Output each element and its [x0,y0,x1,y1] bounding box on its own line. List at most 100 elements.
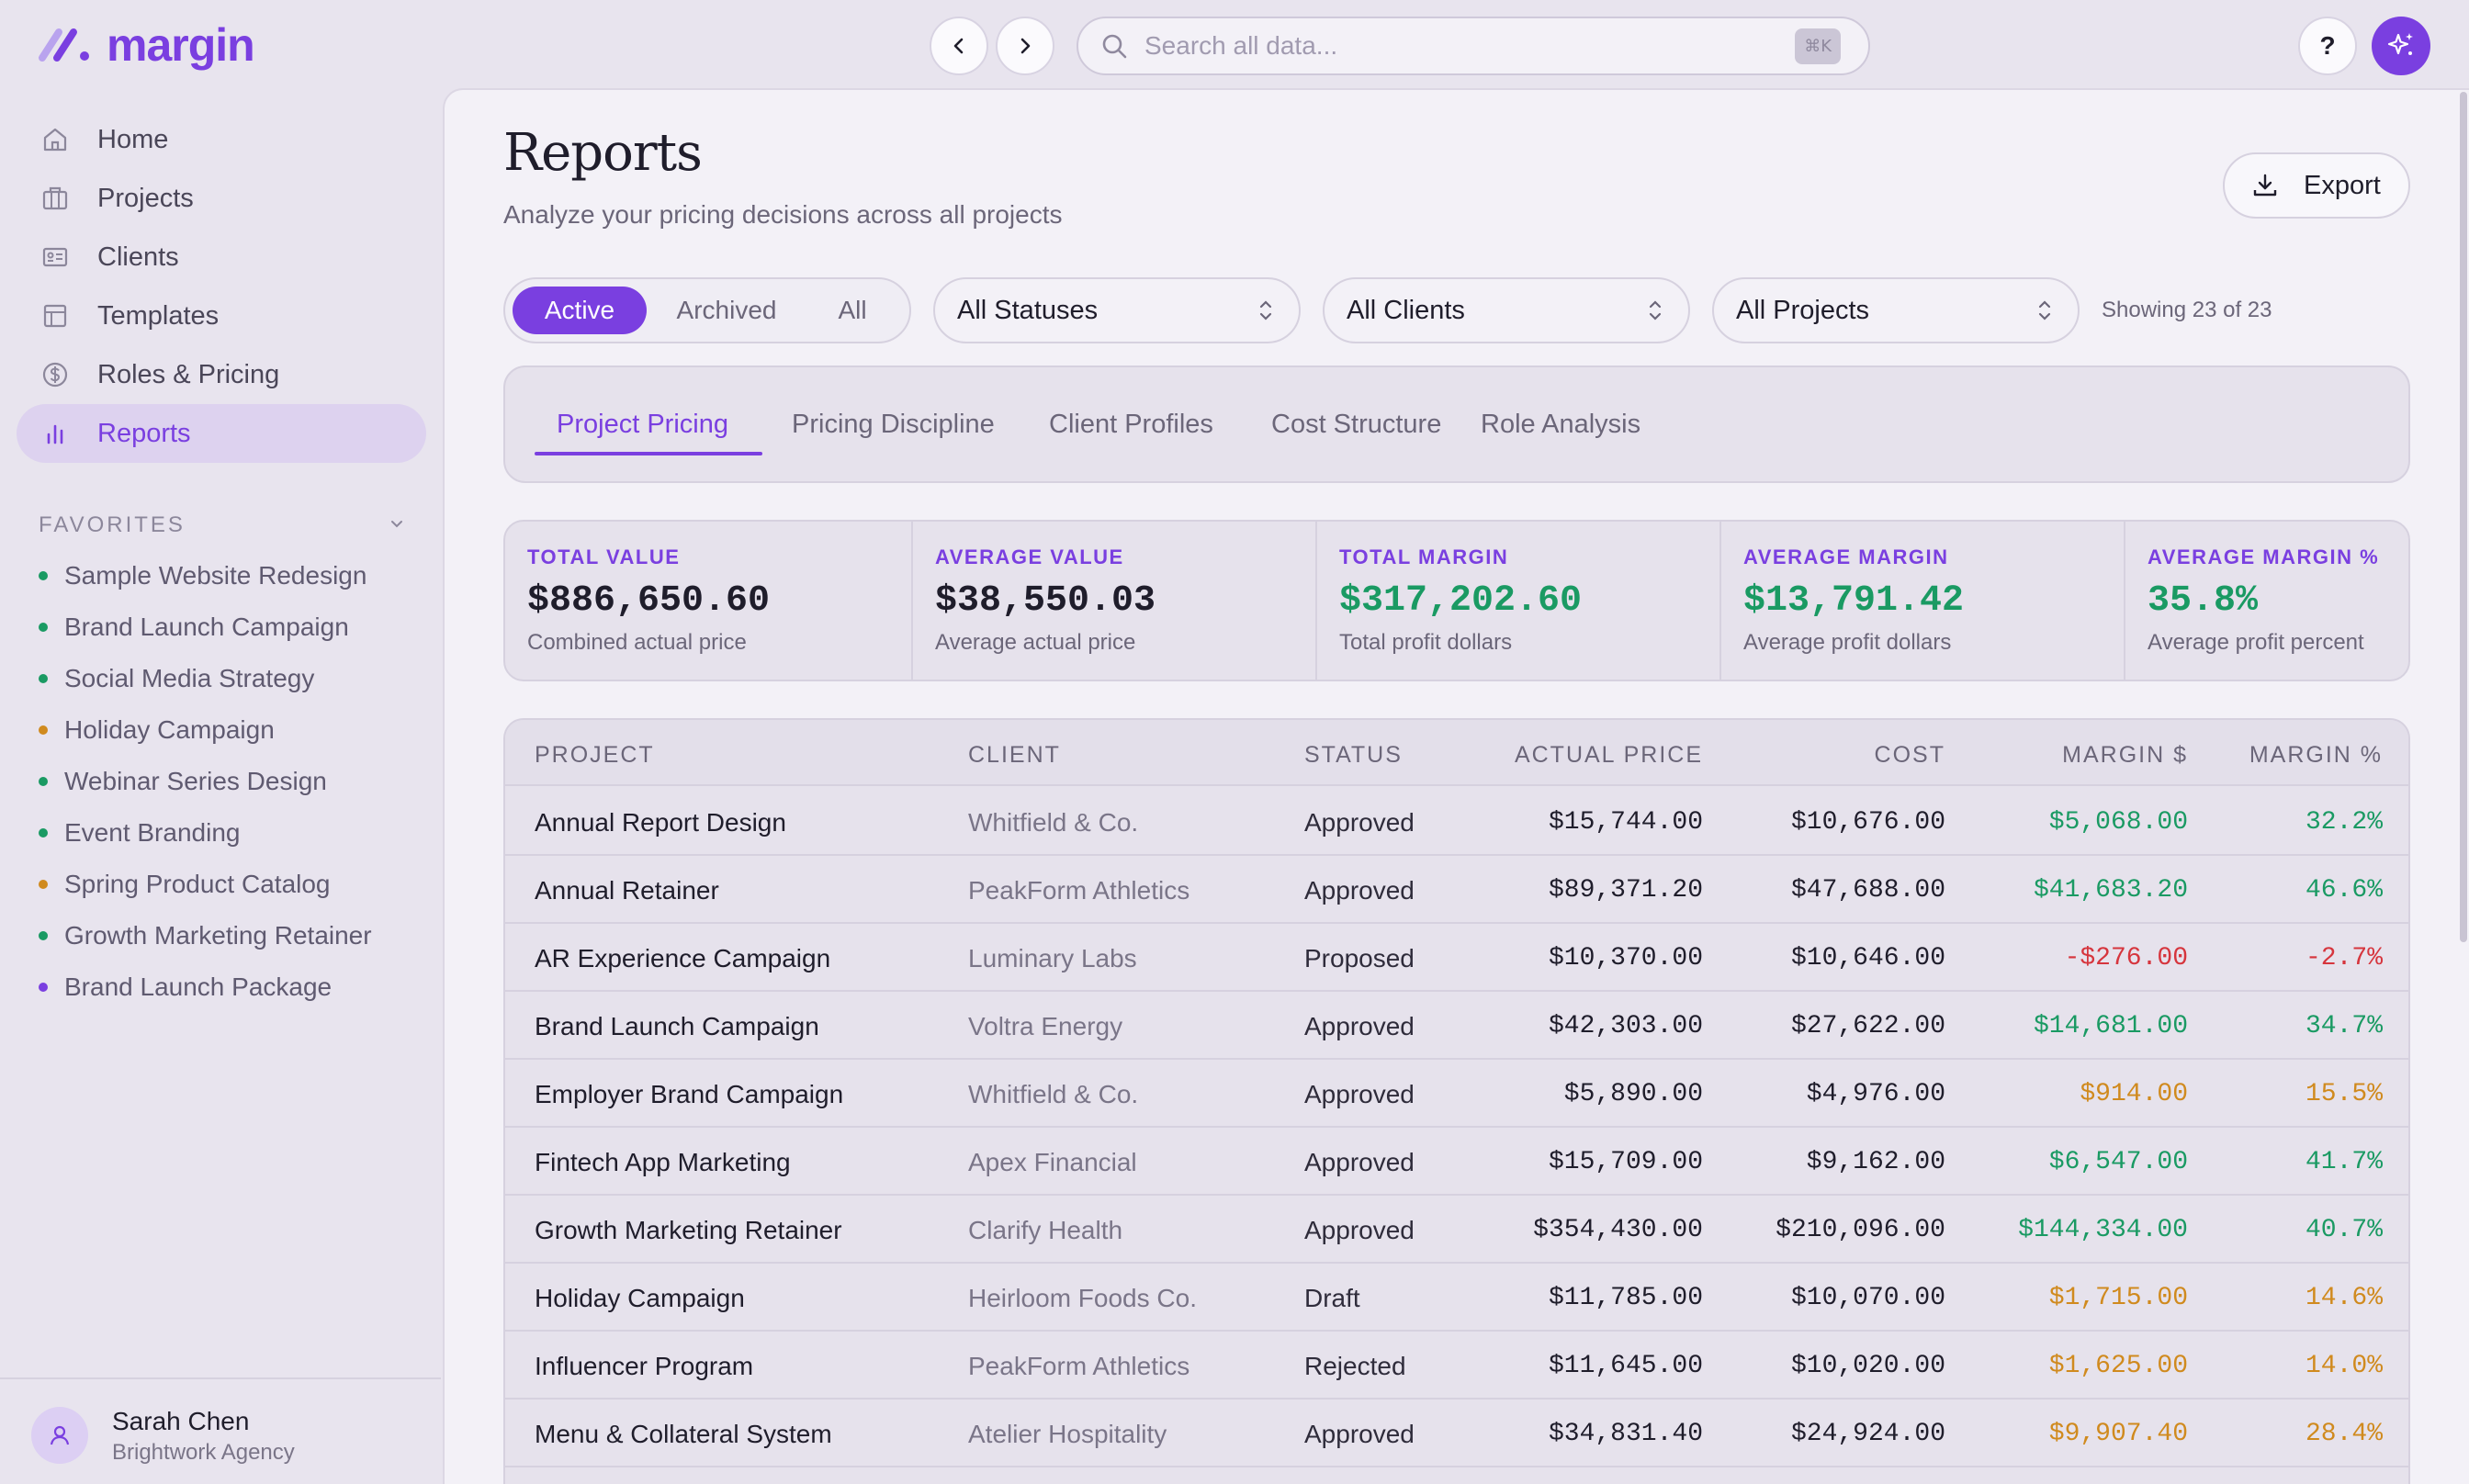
segment-active[interactable]: Active [513,287,647,334]
stat-value: 35.8% [2148,580,2259,622]
segment-all[interactable]: All [805,287,900,334]
forward-button[interactable] [996,17,1054,75]
status-cell: Approved [1304,1012,1415,1040]
project-name-cell: Growth Marketing Retainer [535,1216,842,1244]
export-button[interactable]: Export [2223,152,2410,219]
favorite-item[interactable]: Holiday Campaign [39,709,275,751]
client-cell: Voltra Energy [968,1012,1123,1040]
search-input[interactable]: Search all data... ⌘K [1077,17,1870,75]
table-row[interactable]: Fintech App Marketing Apex Financial Appro… [505,1128,2408,1196]
column-header-margin-dollars[interactable]: MARGIN $ [2062,742,2188,769]
stat-card: AVERAGE VALUE $38,550.03 Average actual … [911,522,1315,680]
search-shortcut-badge: ⌘K [1795,28,1841,64]
client-cell: PeakForm Athletics [968,1352,1190,1380]
client-select[interactable]: All Clients [1323,277,1690,343]
tab-pricing-discipline[interactable]: Pricing Discipline [792,410,995,440]
back-button[interactable] [930,17,988,75]
cost-cell: $24,924.00 [1790,1420,1945,1448]
cost-cell: $10,676.00 [1790,808,1945,837]
favorite-item[interactable]: Growth Marketing Retainer [39,915,372,957]
column-header-project[interactable]: PROJECT [535,742,655,769]
cost-cell: $9,162.00 [1806,1148,1945,1176]
status-dot [39,983,48,992]
margin-dollars-cell: $14,681.00 [2033,1012,2188,1040]
sidebar-item-projects[interactable]: Projects [17,169,426,228]
stat-value: $886,650.60 [527,580,771,622]
sidebar-item-clients[interactable]: Clients [17,228,426,287]
table-row[interactable]: Annual Report Design Whitfield & Co. Appro… [505,788,2408,856]
table-row[interactable]: Brand Launch Campaign Voltra Energy Approv… [505,992,2408,1060]
actual-price-cell: $10,370.00 [1548,944,1703,972]
stat-label: TOTAL MARGIN [1339,545,1509,568]
favorite-label: Webinar Series Design [64,767,327,795]
chevron-up-down-icon [2035,298,2054,323]
sidebar-item-label: Home [97,124,169,154]
favorite-item[interactable]: Sample Website Redesign [39,555,366,597]
stat-label: AVERAGE MARGIN % [2148,545,2380,568]
cost-cell: $4,976.00 [1806,1080,1945,1108]
table-row[interactable]: Holiday Campaign Heirloom Foods Co. Draft $… [505,1264,2408,1332]
logo-text: margin [107,19,255,71]
tab-role-analysis[interactable]: Role Analysis [1481,410,1640,440]
favorite-item[interactable]: Event Branding [39,812,240,854]
margin-percent-cell: 14.6% [2305,1284,2383,1312]
favorite-item[interactable]: Webinar Series Design [39,760,327,803]
margin-percent-cell: 32.2% [2305,808,2383,837]
status-select[interactable]: All Statuses [933,277,1301,343]
project-name-cell: Employer Brand Campaign [535,1080,844,1108]
column-header-actual-price[interactable]: ACTUAL PRICE [1515,742,1703,769]
status-select-value: All Statuses [957,295,1099,325]
column-header-status[interactable]: STATUS [1304,742,1403,769]
project-name-cell: Annual Report Design [535,808,786,837]
sidebar-item-roles-pricing[interactable]: Roles & Pricing [17,345,426,404]
table-row[interactable]: Menu & Collateral System Atelier Hospital… [505,1400,2408,1467]
favorites-header[interactable]: FAVORITES [39,507,406,544]
status-dot [39,674,48,683]
sidebar-item-templates[interactable]: Templates [17,287,426,345]
favorite-item[interactable]: Brand Launch Package [39,966,332,1008]
search-placeholder: Search all data... [1144,31,1338,60]
margin-dollars-cell: -$276.00 [2064,944,2188,972]
avatar [31,1407,88,1464]
sidebar-item-home[interactable]: Home [17,110,426,169]
margin-percent-cell: 46.6% [2305,876,2383,905]
cost-cell: $10,020.00 [1790,1352,1945,1380]
status-cell: Approved [1304,1080,1415,1108]
favorite-item[interactable]: Brand Launch Campaign [39,606,349,648]
status-dot [39,931,48,940]
project-name-cell: Annual Retainer [535,876,719,905]
scrollbar-thumb[interactable] [2460,92,2467,942]
column-header-margin-percent[interactable]: MARGIN % [2249,742,2383,769]
client-cell: Clarify Health [968,1216,1123,1244]
status-dot [39,571,48,580]
page-title: Reports [503,123,703,183]
sidebar-item-reports[interactable]: Reports [17,404,426,463]
user-profile[interactable]: Sarah Chen Brightwork Agency [0,1377,441,1484]
tab-cost-structure[interactable]: Cost Structure [1271,410,1441,440]
segment-archived[interactable]: Archived [660,287,794,334]
table-row[interactable]: Annual Retainer PeakForm Athletics Approve… [505,856,2408,924]
app-logo[interactable]: margin [37,19,255,71]
project-name-cell: Influencer Program [535,1352,754,1380]
stat-value: $13,791.42 [1743,580,1965,622]
tab-project-pricing[interactable]: Project Pricing [557,410,728,440]
ai-assistant-button[interactable] [2372,17,2430,75]
stat-caption: Total profit dollars [1339,630,1513,655]
column-header-client[interactable]: CLIENT [968,742,1061,769]
tab-client-profiles[interactable]: Client Profiles [1049,410,1213,440]
project-name-cell: Brand Launch Campaign [535,1012,819,1040]
table-row[interactable]: Employer Brand Campaign Whitfield & Co. Ap… [505,1060,2408,1128]
project-select[interactable]: All Projects [1712,277,2080,343]
column-header-cost[interactable]: COST [1875,742,1945,769]
actual-price-cell: $5,890.00 [1563,1080,1703,1108]
help-button[interactable]: ? [2298,17,2357,75]
table-row[interactable]: Growth Marketing Retainer Clarify Health A… [505,1196,2408,1264]
table-row[interactable]: AR Experience Campaign Luminary Labs Propo… [505,924,2408,992]
stat-card: AVERAGE MARGIN % 35.8% Average profit pe… [2124,522,2408,680]
margin-percent-cell: 14.0% [2305,1352,2383,1380]
favorite-item[interactable]: Social Media Strategy [39,658,314,700]
table-row[interactable]: Influencer Program PeakForm Athletics Reje… [505,1332,2408,1400]
stat-value: $317,202.60 [1339,580,1583,622]
stat-label: TOTAL VALUE [527,545,681,568]
favorite-item[interactable]: Spring Product Catalog [39,863,331,905]
